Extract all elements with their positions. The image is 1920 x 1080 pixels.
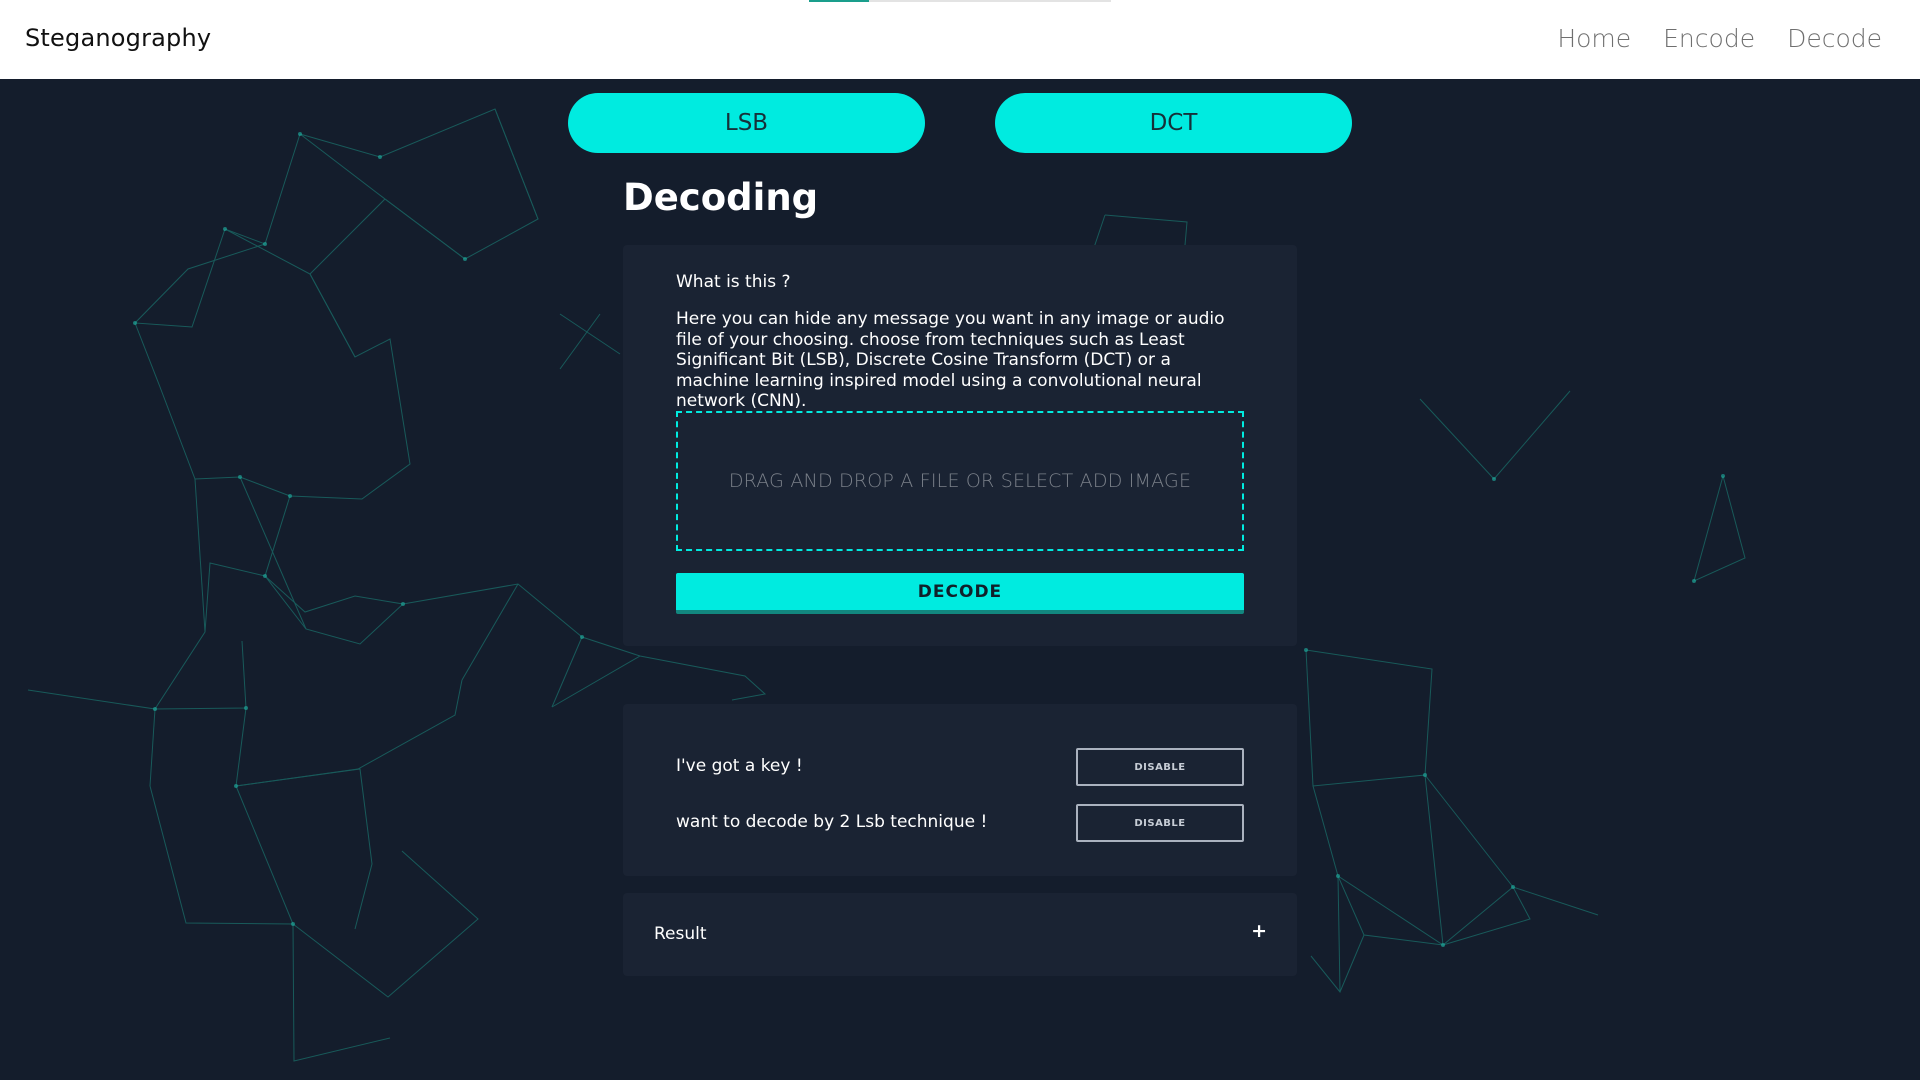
tab-lsb[interactable]: LSB: [568, 93, 925, 153]
nav-encode-link[interactable]: Encode: [1663, 24, 1755, 53]
loading-progress-bar: [809, 0, 1111, 2]
option-2lsb-label: want to decode by 2 Lsb technique !: [676, 812, 988, 832]
options-card: I've got a key ! DISABLE want to decode …: [623, 704, 1297, 876]
2lsb-disable-button[interactable]: DISABLE: [1076, 804, 1244, 842]
nav-decode-link[interactable]: Decode: [1787, 24, 1882, 53]
result-label: Result: [654, 924, 707, 944]
option-row-2lsb: want to decode by 2 Lsb technique ! DISA…: [676, 804, 1244, 842]
main-nav: Home Encode Decode: [1557, 24, 1882, 53]
result-panel[interactable]: Result +: [623, 893, 1297, 976]
info-heading: What is this ?: [676, 272, 791, 292]
loading-progress-fill: [809, 0, 870, 2]
brand-logo[interactable]: Steganography: [25, 24, 211, 52]
tab-dct[interactable]: DCT: [995, 93, 1352, 153]
dropzone-label: DRAG AND DROP A FILE OR SELECT ADD IMAGE: [728, 470, 1192, 492]
page-title: Decoding: [623, 176, 819, 219]
option-key-label: I've got a key !: [676, 756, 803, 776]
option-row-key: I've got a key ! DISABLE: [676, 748, 1244, 786]
info-card: What is this ? Here you can hide any mes…: [623, 245, 1297, 646]
expand-plus-icon[interactable]: +: [1251, 920, 1267, 942]
file-dropzone[interactable]: DRAG AND DROP A FILE OR SELECT ADD IMAGE: [676, 411, 1244, 551]
nav-home-link[interactable]: Home: [1557, 24, 1631, 53]
top-navbar: Steganography Home Encode Decode: [0, 0, 1920, 79]
key-disable-button[interactable]: DISABLE: [1076, 748, 1244, 786]
info-description: Here you can hide any message you want i…: [676, 309, 1225, 411]
decode-button[interactable]: DECODE: [676, 573, 1244, 614]
